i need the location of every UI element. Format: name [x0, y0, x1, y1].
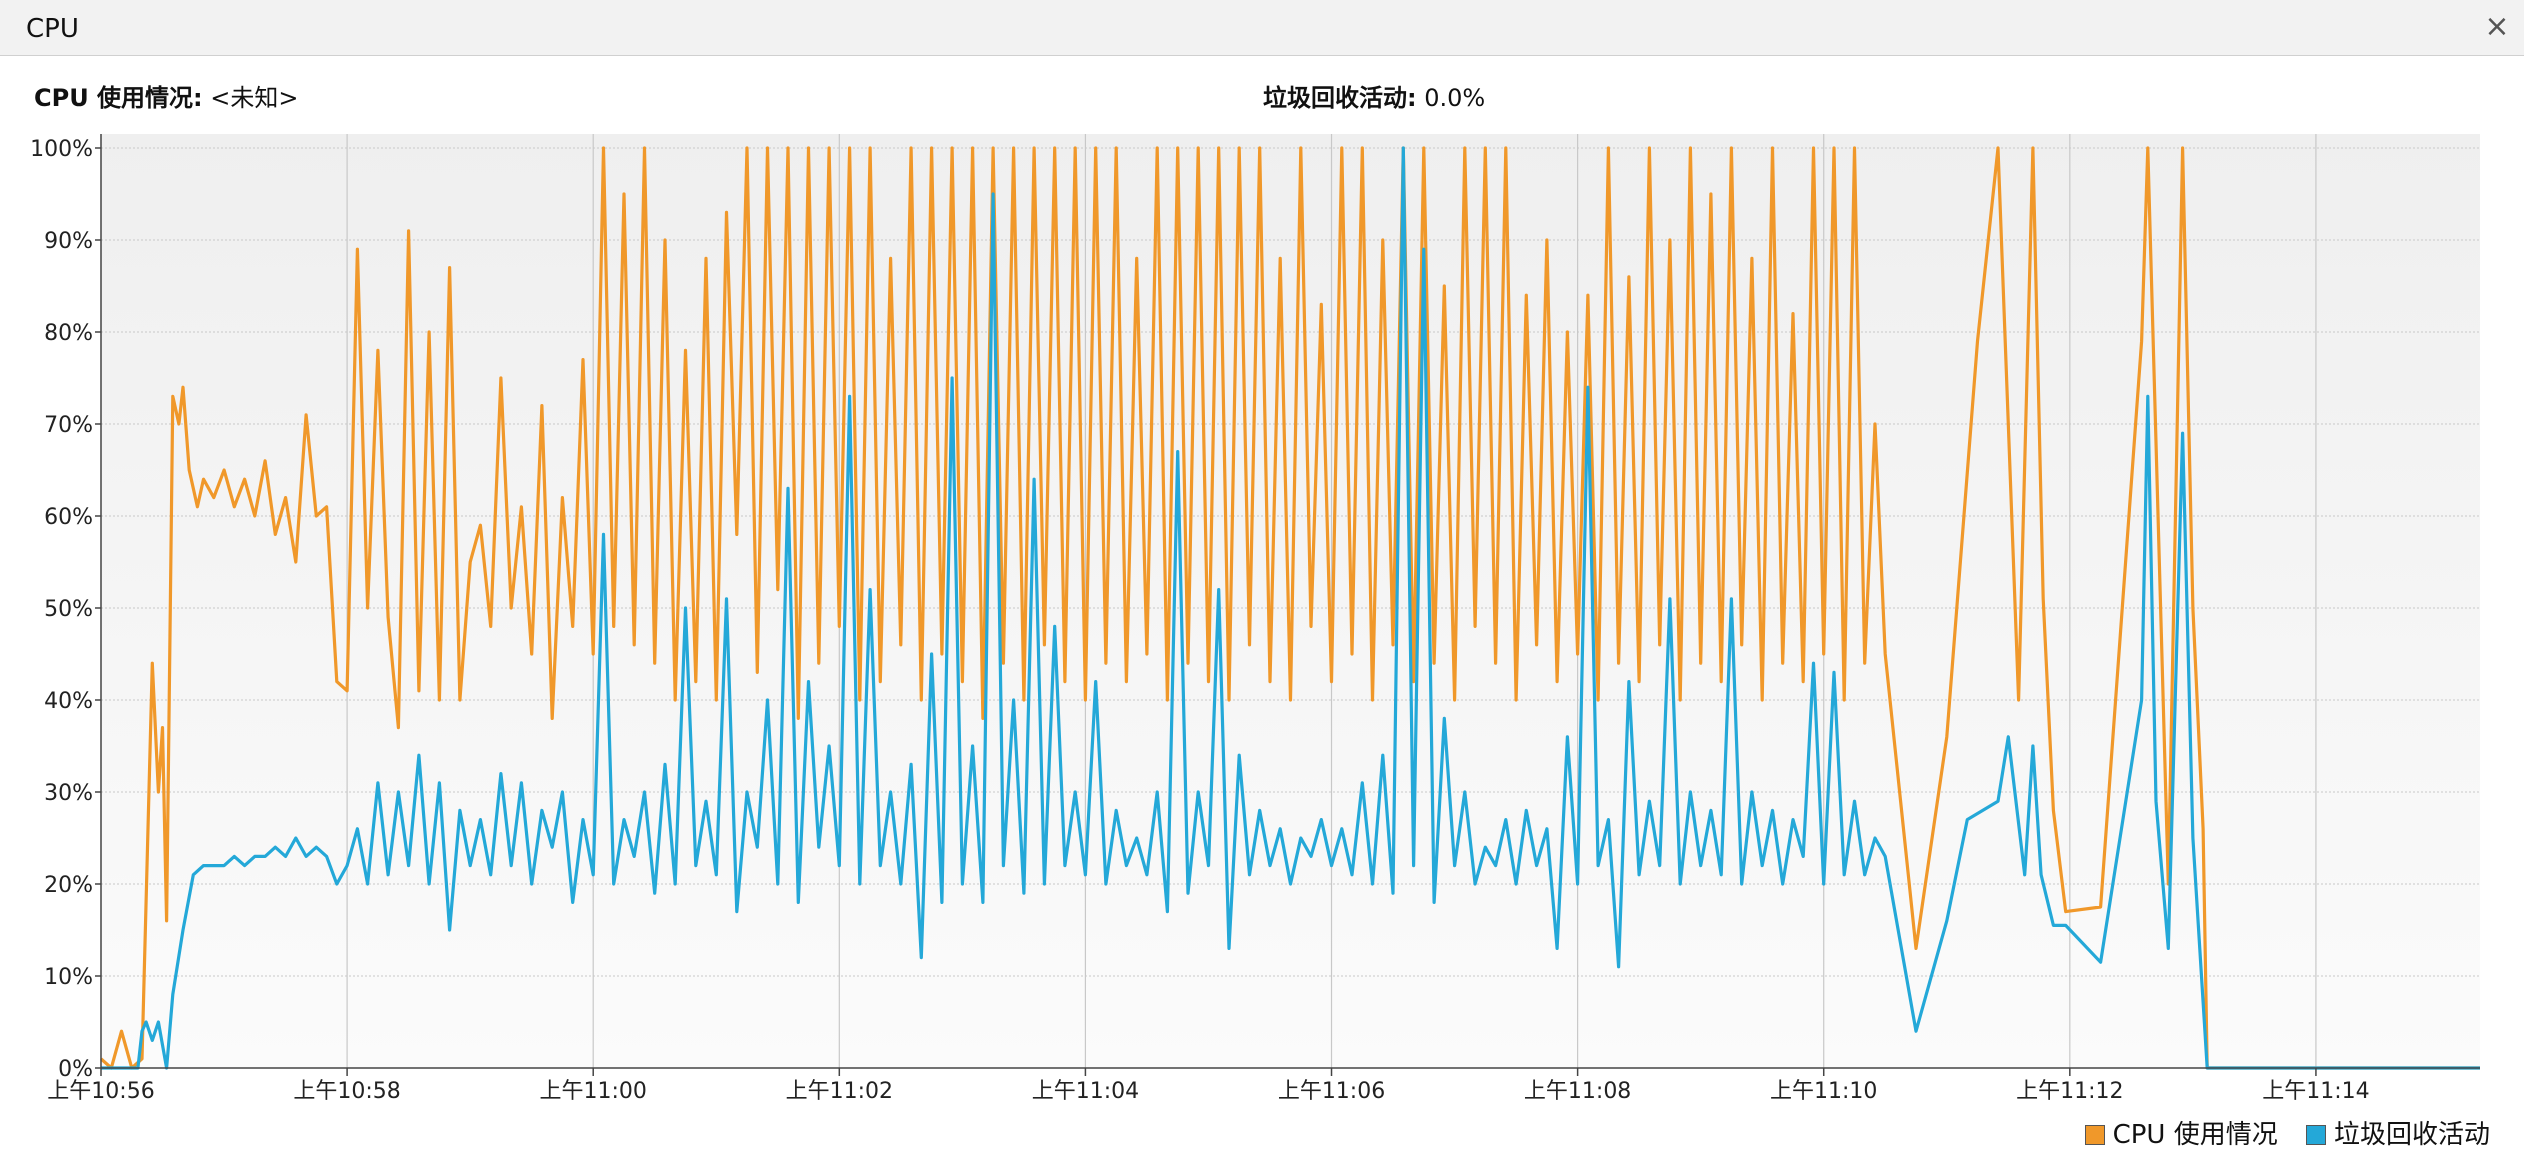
cpu-gc-line-chart: 0%10%20%30%40%50%60%70%80%90%100%上午10:56…	[30, 134, 2480, 1104]
y-tick-label: 70%	[44, 413, 93, 438]
y-tick-label: 30%	[44, 781, 93, 806]
x-tick-label: 上午11:12	[2016, 1079, 2123, 1104]
y-tick-label: 10%	[44, 965, 93, 990]
x-tick-label: 上午11:02	[786, 1079, 893, 1104]
x-tick-label: 上午11:06	[1278, 1079, 1385, 1104]
x-tick-label: 上午11:14	[2262, 1079, 2369, 1104]
y-tick-label: 50%	[44, 597, 93, 622]
cpu-usage-header: CPU 使用情况: <未知>	[34, 78, 299, 113]
x-tick-label: 上午11:08	[1524, 1079, 1631, 1104]
x-tick-label: 上午10:58	[293, 1079, 400, 1104]
legend-label-gc: 垃圾回收活动	[2333, 1120, 2490, 1150]
window-title: CPU	[26, 14, 79, 44]
window-titlebar: CPU ×	[0, 0, 2524, 56]
legend-swatch-cpu	[2084, 1125, 2105, 1145]
cpu-usage-value: <未知>	[210, 84, 299, 112]
x-tick-label: 上午11:04	[1032, 1079, 1139, 1104]
y-tick-label: 80%	[44, 321, 93, 346]
cpu-usage-label: CPU 使用情况:	[34, 84, 203, 112]
x-tick-label: 上午11:00	[540, 1079, 647, 1104]
gc-activity-header: 垃圾回收活动: 0.0%	[1263, 78, 1485, 113]
legend-item-gc: 垃圾回收活动	[2305, 1120, 2490, 1150]
y-tick-label: 90%	[44, 229, 93, 254]
x-tick-label: 上午10:56	[47, 1079, 154, 1104]
y-tick-label: 40%	[44, 689, 93, 714]
x-tick-label: 上午11:10	[1770, 1079, 1877, 1104]
legend-label-cpu: CPU 使用情况	[2112, 1120, 2278, 1150]
legend-item-cpu: CPU 使用情况	[2084, 1120, 2286, 1150]
legend-swatch-gc	[2305, 1125, 2326, 1145]
y-tick-label: 100%	[30, 137, 93, 162]
y-tick-label: 20%	[44, 873, 93, 898]
gc-activity-value: 0.0%	[1424, 84, 1486, 112]
chart-legend: CPU 使用情况 垃圾回收活动	[2065, 1114, 2490, 1151]
close-icon[interactable]: ×	[2480, 10, 2514, 44]
y-tick-label: 60%	[44, 505, 93, 530]
gc-activity-label: 垃圾回收活动:	[1263, 84, 1417, 112]
